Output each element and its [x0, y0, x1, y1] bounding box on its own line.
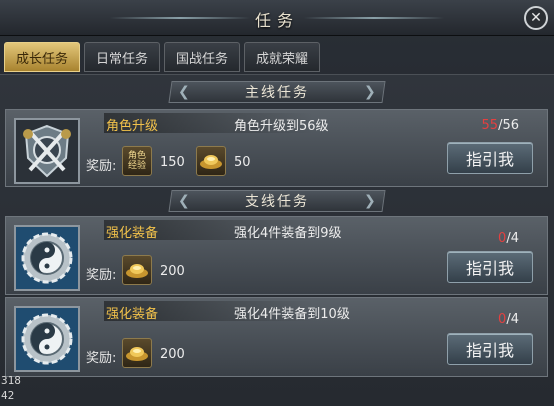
side-quest-header: ❮ ❯ 支线任务	[0, 188, 554, 214]
guide-me-button[interactable]: 指引我	[447, 251, 533, 283]
quest-row: 角色升级 角色升级到56级 奖励: 角色经验 150 50 55/56 指引我	[5, 109, 548, 187]
corner-number: 318	[1, 374, 21, 387]
quest-description: 强化4件装备到10级	[234, 307, 350, 322]
gear-yinyang-icon	[14, 306, 80, 372]
exp-book-icon: 角色经验	[122, 146, 152, 176]
reward-value: 200	[160, 264, 185, 279]
progress-current: 55	[481, 118, 499, 133]
progress-total: 56	[502, 118, 519, 133]
main-quest-header: ❮ ❯ 主线任务	[0, 79, 554, 105]
gear-yinyang-icon	[14, 225, 80, 291]
window-title: 任务	[254, 11, 299, 30]
tab-growth[interactable]: 成长任务	[4, 42, 80, 72]
quest-name: 强化装备	[106, 226, 159, 241]
quest-description: 强化4件装备到9级	[234, 226, 342, 241]
guide-me-button[interactable]: 指引我	[447, 142, 533, 174]
section-title: 支线任务	[245, 194, 309, 210]
close-icon: ✕	[530, 10, 542, 26]
quest-progress: 0/4	[498, 312, 519, 327]
reward-label: 奖励:	[86, 268, 117, 283]
reward-label: 奖励:	[86, 159, 117, 174]
tab-achievement[interactable]: 成就荣耀	[244, 42, 320, 72]
progress-total: 4	[510, 231, 519, 246]
quest-list: ❮ ❯ 主线任务 角色升级 角色升级到56级 奖励: 角色经验 150 50 5…	[0, 74, 554, 406]
reward-value: 50	[234, 155, 251, 170]
gold-ingot-icon	[196, 146, 226, 176]
quest-name: 角色升级	[106, 119, 159, 134]
quest-panel: 任务 ✕ 成长任务 日常任务 国战任务 成就荣耀 ❮ ❯ 主线任务 角色升级 角…	[0, 0, 554, 406]
quest-name: 强化装备	[106, 307, 159, 322]
quest-row: 强化装备 强化4件装备到10级 奖励: 200 0/4 指引我	[5, 297, 548, 377]
reward-label: 奖励:	[86, 351, 117, 366]
section-title: 主线任务	[245, 85, 309, 101]
exp-book-label: 角色经验	[127, 151, 146, 171]
quest-progress: 55/56	[482, 118, 519, 133]
gold-ingot-icon	[122, 255, 152, 285]
quest-progress: 0/4	[498, 231, 519, 246]
crossed-swords-crest-icon	[14, 118, 80, 184]
gold-ingot-icon	[122, 338, 152, 368]
title-bar: 任务 ✕	[0, 0, 554, 36]
reward-value: 200	[160, 347, 185, 362]
progress-total: 4	[510, 312, 519, 327]
quest-row: 强化装备 强化4件装备到9级 奖励: 200 0/4 指引我	[5, 216, 548, 295]
close-button[interactable]: ✕	[524, 6, 548, 30]
guide-me-button[interactable]: 指引我	[447, 333, 533, 365]
tab-bar: 成长任务 日常任务 国战任务 成就荣耀	[4, 42, 320, 72]
tab-daily[interactable]: 日常任务	[84, 42, 160, 72]
quest-description: 角色升级到56级	[234, 119, 329, 134]
reward-value: 150	[160, 155, 185, 170]
tab-nation-war[interactable]: 国战任务	[164, 42, 240, 72]
corner-number: 42	[1, 389, 15, 402]
